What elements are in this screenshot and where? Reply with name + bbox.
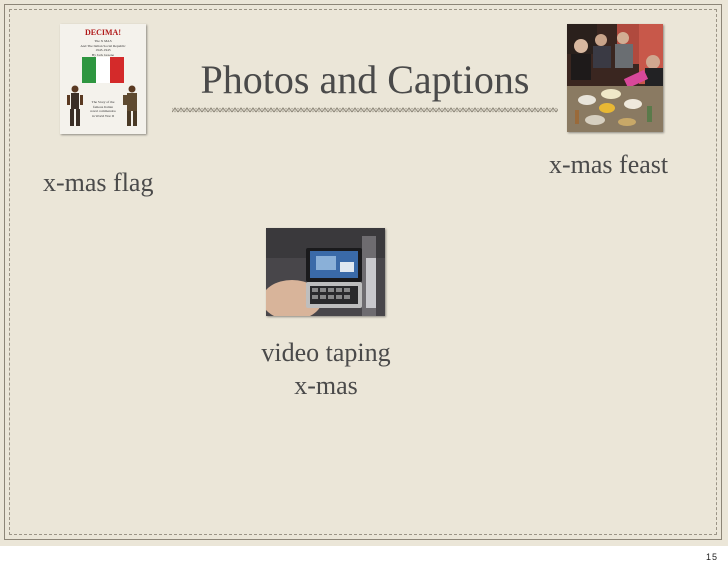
- caption-xmas-flag: x-mas flag: [43, 168, 154, 197]
- flag-red-band: [110, 57, 124, 83]
- page-number: 15: [705, 552, 718, 562]
- photo-xmas-feast: [567, 24, 663, 132]
- book-title: DECIMA!: [85, 28, 121, 37]
- feast-scene: [567, 24, 663, 132]
- slide-title: Photos and Captions: [200, 57, 530, 102]
- flag-white-band: [96, 57, 110, 83]
- phone-scene: [266, 228, 385, 316]
- caption-video-line-2: x-mas: [294, 371, 358, 400]
- caption-xmas-feast: x-mas feast: [549, 150, 669, 179]
- flag-green-band: [82, 57, 96, 83]
- photo-video-taping: [266, 228, 385, 316]
- slide: Photos and Captions DECIMA! The X MAS An…: [0, 0, 728, 546]
- title-underline: [172, 106, 558, 114]
- caption-video-line-1: video taping: [261, 338, 391, 367]
- book-blurb-4: in World War II: [92, 113, 114, 118]
- caption-video-taping: video taping x-mas: [226, 336, 426, 402]
- photo-xmas-flag: DECIMA! The X MAS And The Italian Social…: [60, 24, 146, 134]
